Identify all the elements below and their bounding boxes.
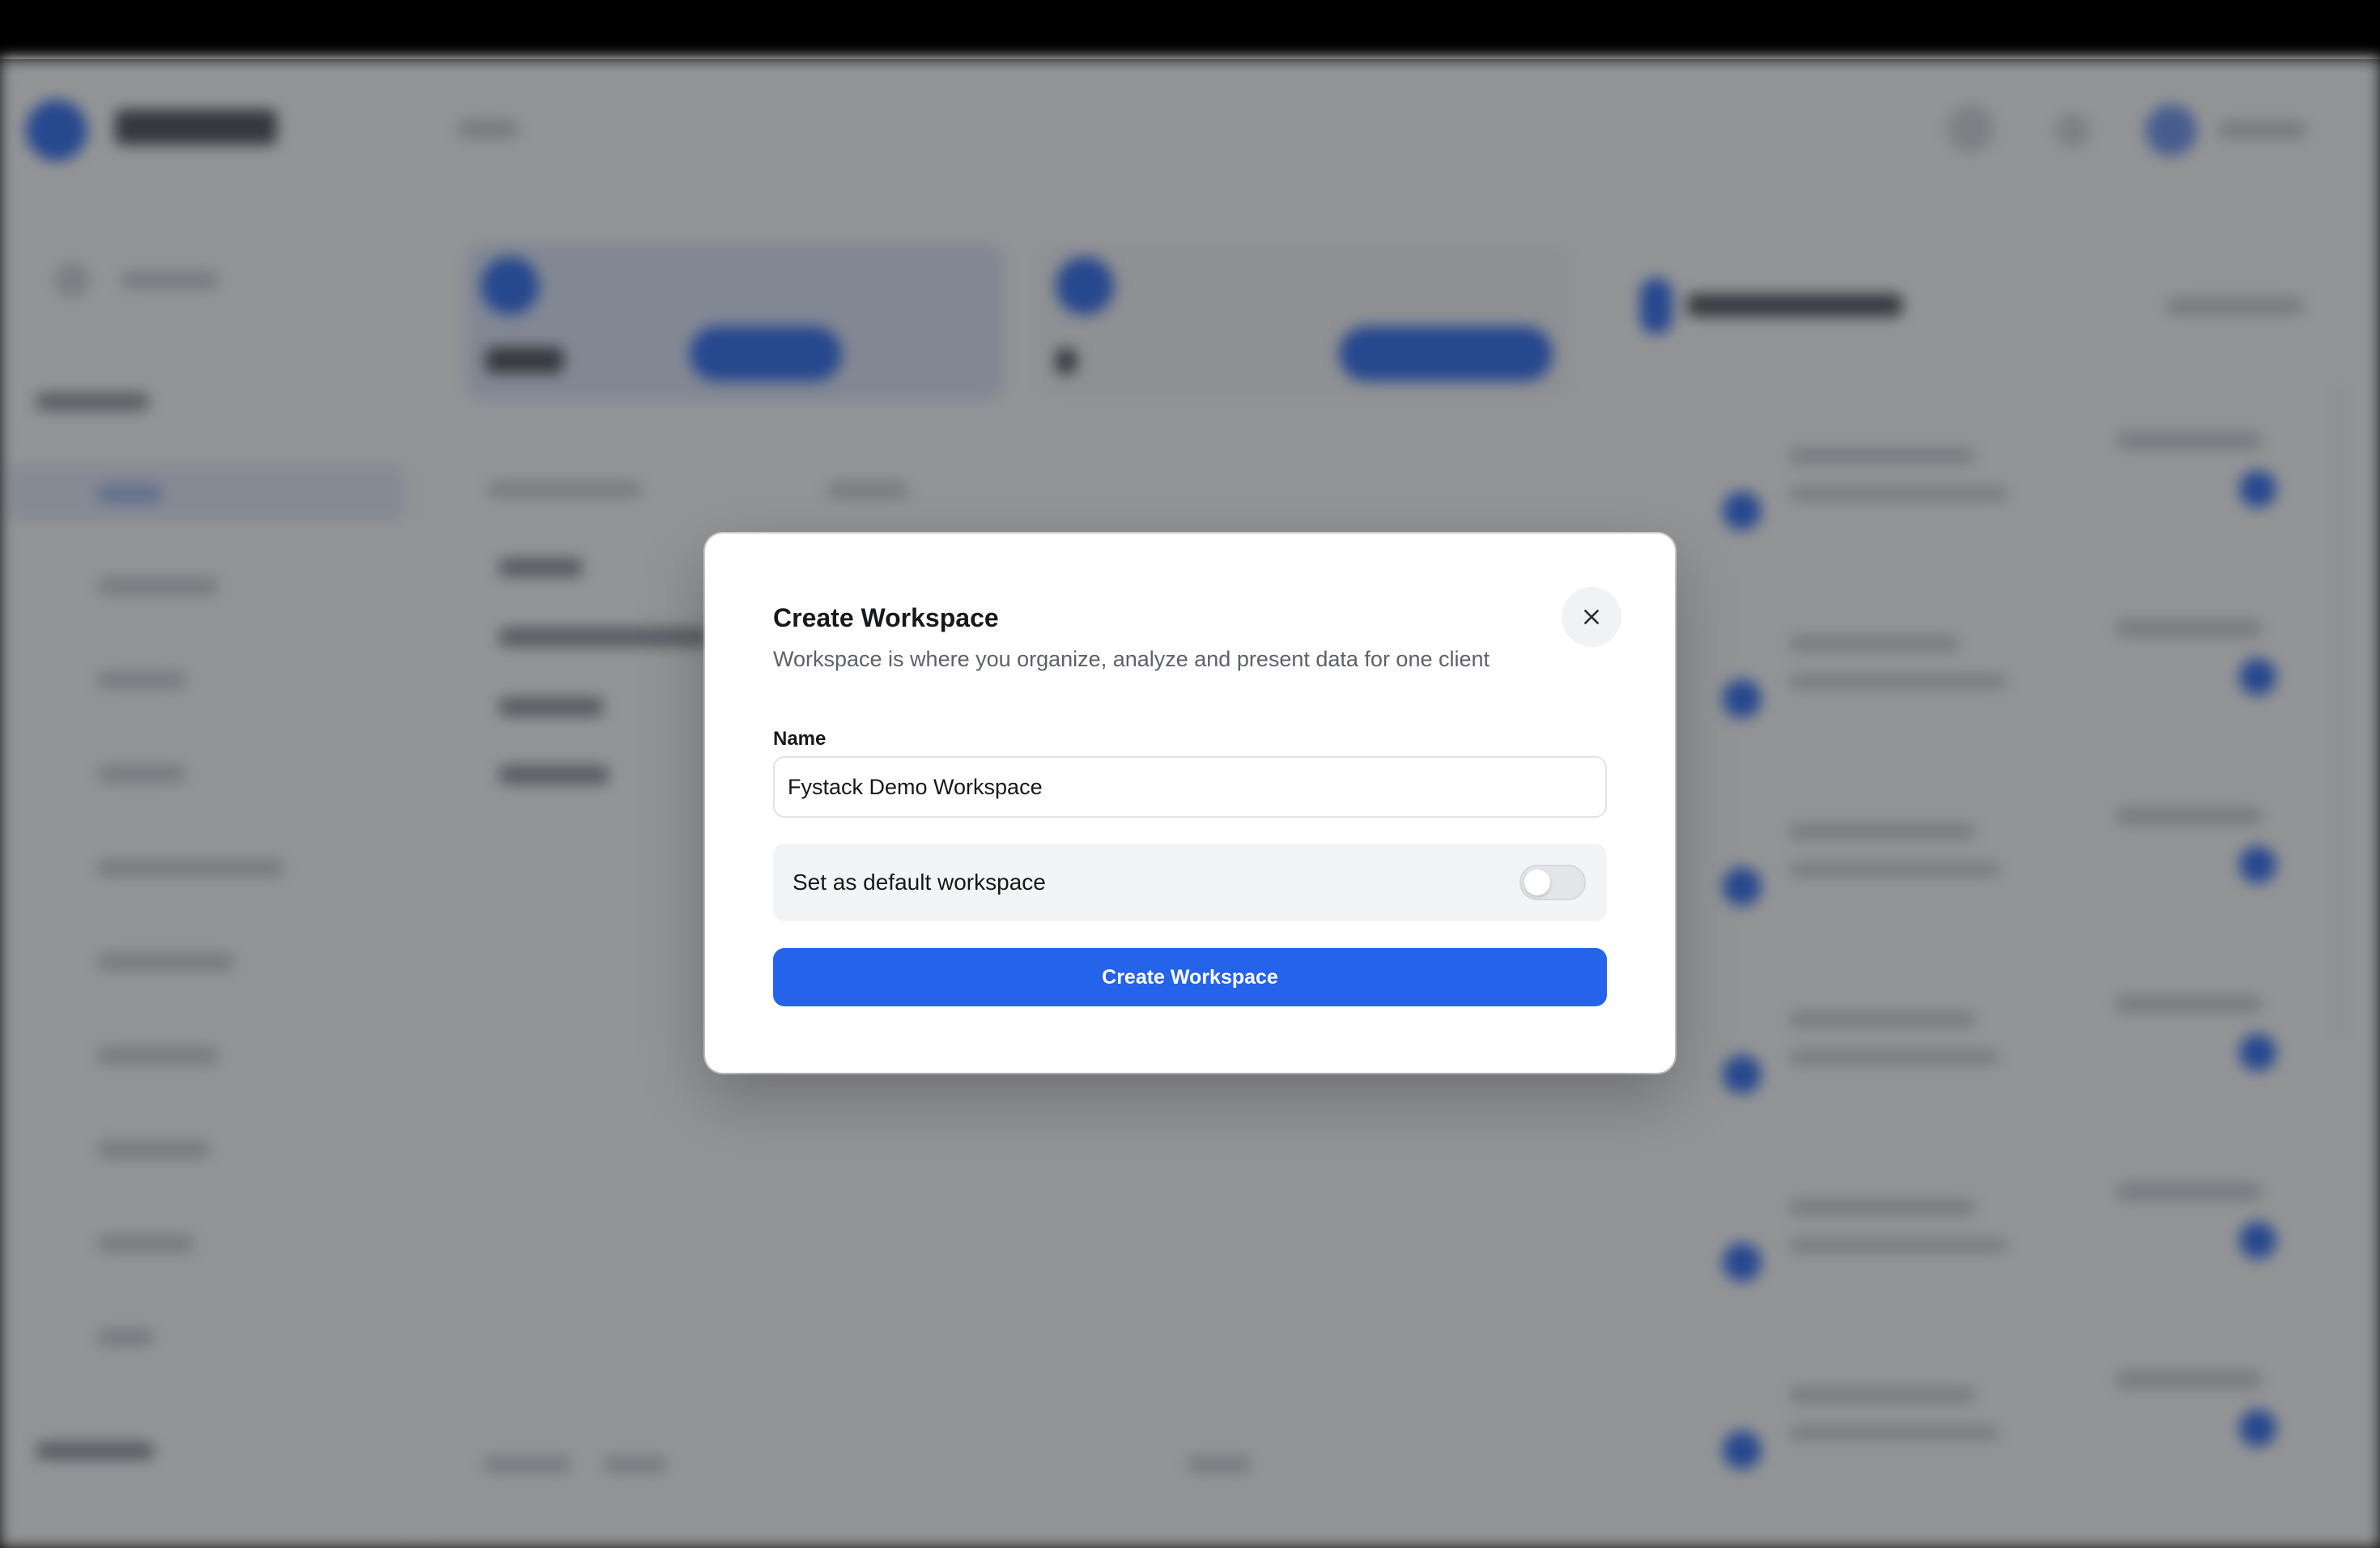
default-workspace-label: Set as default workspace [793,870,1046,895]
dialog-title: Create Workspace [773,603,999,632]
create-workspace-dialog: Create Workspace Workspace is where you … [705,534,1675,1073]
toggle-knob [1524,870,1550,895]
default-workspace-toggle[interactable] [1519,865,1586,900]
default-workspace-row: Set as default workspace [773,844,1607,921]
workspace-name-input[interactable] [773,756,1607,818]
dialog-subtitle: Workspace is where you organize, analyze… [773,647,1490,671]
top-black-bar [0,0,2380,59]
create-workspace-button[interactable]: Create Workspace [773,948,1607,1006]
close-button[interactable] [1562,587,1621,647]
close-icon [1584,610,1599,624]
name-label: Name [773,728,827,750]
